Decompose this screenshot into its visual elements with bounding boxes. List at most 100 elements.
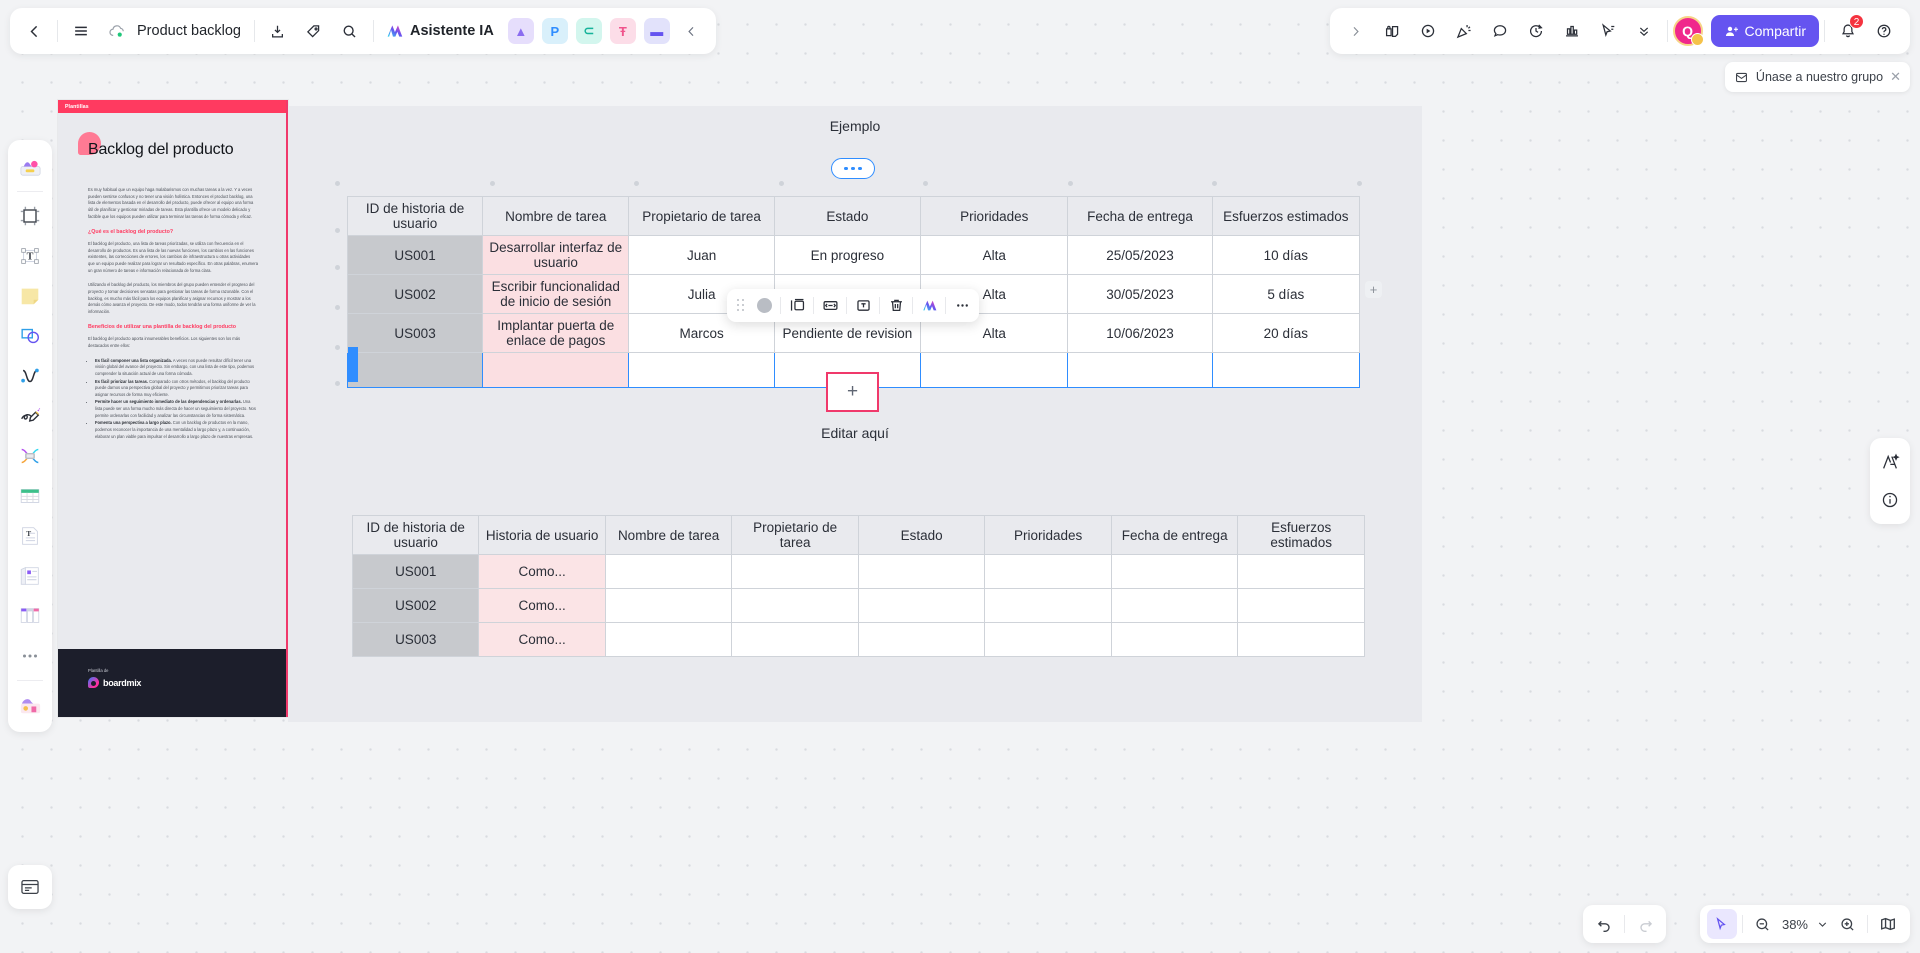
more-options-icon[interactable] xyxy=(949,293,975,319)
column-header[interactable]: Prioridades xyxy=(984,515,1112,555)
column-header[interactable]: Propietario de tarea xyxy=(628,196,775,236)
table-cell[interactable] xyxy=(604,622,733,657)
image-app-icon[interactable]: ▲ xyxy=(507,18,534,44)
table-cell[interactable] xyxy=(1237,554,1365,589)
table-cell[interactable]: Implantar puerta de enlace de pagos xyxy=(482,313,630,353)
table-cell[interactable]: US003 xyxy=(351,622,480,657)
rail-kanban-icon[interactable] xyxy=(13,599,47,633)
table-cell[interactable] xyxy=(984,588,1112,623)
column-header[interactable]: Esfuerzos estimados xyxy=(1211,196,1361,236)
rail-pen-icon[interactable] xyxy=(13,399,47,433)
zoom-out-icon[interactable] xyxy=(1748,909,1778,939)
selection-handle[interactable] xyxy=(335,228,340,233)
table-cell[interactable] xyxy=(1110,588,1239,623)
table-cell[interactable]: Como... xyxy=(478,588,606,623)
table-cell[interactable]: Como... xyxy=(478,554,606,589)
table-cell[interactable] xyxy=(731,554,859,589)
column-header[interactable]: Nombre de tarea xyxy=(604,515,733,555)
resize-columns-icon[interactable] xyxy=(817,293,843,319)
table-cell[interactable]: 20 días xyxy=(1211,313,1361,353)
minimap-icon[interactable] xyxy=(1873,909,1903,939)
rail-connector-icon[interactable] xyxy=(13,359,47,393)
table-cell[interactable] xyxy=(1211,352,1361,388)
table-cell[interactable] xyxy=(1237,588,1365,623)
hamburger-menu-icon[interactable] xyxy=(63,13,99,49)
text-format-icon[interactable] xyxy=(850,293,876,319)
table-cell[interactable] xyxy=(984,622,1112,657)
table-cell[interactable] xyxy=(604,554,733,589)
selection-handle[interactable] xyxy=(1068,181,1073,186)
selected-row-handle[interactable] xyxy=(348,347,358,382)
table-cell[interactable] xyxy=(1067,352,1213,388)
share-button[interactable]: Compartir xyxy=(1710,15,1819,47)
comment-bubble-icon[interactable] xyxy=(1482,13,1518,49)
ai-assistant-icon[interactable] xyxy=(916,293,942,319)
rail-mindmap-icon[interactable] xyxy=(13,439,47,473)
selection-handle[interactable] xyxy=(335,181,340,186)
selection-handle[interactable] xyxy=(335,381,340,386)
chart-bar-icon[interactable] xyxy=(1554,13,1590,49)
table-cell[interactable]: 5 días xyxy=(1211,274,1361,314)
cursor-pointer-icon[interactable] xyxy=(1590,13,1626,49)
avatar[interactable]: Q xyxy=(1672,16,1704,46)
selection-handle[interactable] xyxy=(779,181,784,186)
drag-handle-icon[interactable] xyxy=(734,296,748,316)
table-cell[interactable] xyxy=(482,352,630,388)
rail-more-icon[interactable] xyxy=(13,639,47,673)
table-cell[interactable]: 10 días xyxy=(1211,235,1361,275)
table-options-pill[interactable] xyxy=(831,158,875,179)
notification-bell-icon[interactable]: 2 xyxy=(1830,13,1866,49)
selection-handle[interactable] xyxy=(1357,181,1362,186)
table-cell[interactable] xyxy=(628,352,775,388)
table-cell[interactable]: Escribir funcionalidad de inicio de sesi… xyxy=(482,274,630,314)
info-circle-icon[interactable] xyxy=(1874,484,1906,516)
table-cell[interactable] xyxy=(857,622,986,657)
selection-handle[interactable] xyxy=(634,181,639,186)
table-cell[interactable]: US002 xyxy=(351,588,480,623)
table-cell[interactable]: US003 xyxy=(346,313,484,353)
rail-shapes-icon[interactable] xyxy=(13,319,47,353)
table-cell[interactable] xyxy=(857,588,986,623)
mindmap-app-icon[interactable]: ⊂ xyxy=(575,18,602,44)
timer-icon[interactable] xyxy=(1518,13,1554,49)
selection-handle[interactable] xyxy=(490,181,495,186)
export-download-icon[interactable] xyxy=(260,13,296,49)
table-cell[interactable] xyxy=(731,622,859,657)
selection-handle[interactable] xyxy=(335,305,340,310)
zoom-level-value[interactable]: 38% xyxy=(1778,917,1812,932)
column-header[interactable]: Historia de usuario xyxy=(478,515,606,555)
ai-magic-icon[interactable] xyxy=(1874,446,1906,478)
zoom-in-icon[interactable] xyxy=(1832,909,1862,939)
table-cell[interactable]: Como... xyxy=(478,622,606,657)
table-cell[interactable] xyxy=(1237,622,1365,657)
table-cell[interactable] xyxy=(920,352,1069,388)
back-button[interactable] xyxy=(16,13,52,49)
add-column-button[interactable]: + xyxy=(1365,281,1382,298)
celebrate-icon[interactable] xyxy=(1446,13,1482,49)
selection-handle[interactable] xyxy=(335,345,340,350)
table-cell[interactable] xyxy=(1110,554,1239,589)
table-row[interactable]: US001 Desarrollar interfaz de usuario Juan… xyxy=(346,235,1361,275)
template-card[interactable]: Plantillas Backlog del producto Es muy h… xyxy=(58,100,288,717)
selection-handle[interactable] xyxy=(1212,181,1217,186)
table-cell[interactable] xyxy=(604,588,733,623)
layout-icon[interactable] xyxy=(784,293,810,319)
column-header[interactable]: Estado xyxy=(773,196,922,236)
collapse-toolbar-button[interactable] xyxy=(674,13,710,49)
join-group-toast[interactable]: Únase a nuestro grupo ✕ xyxy=(1724,62,1910,92)
column-header[interactable]: ID de historia de usuario xyxy=(351,515,480,555)
close-icon[interactable]: ✕ xyxy=(1890,69,1901,85)
table-cell[interactable]: Juan xyxy=(628,235,775,275)
rail-sticky-note-icon[interactable] xyxy=(13,279,47,313)
column-header[interactable]: Fecha de entrega xyxy=(1067,196,1213,236)
rail-bottom-button[interactable] xyxy=(8,865,52,909)
column-header[interactable]: Nombre de tarea xyxy=(482,196,630,236)
table-cell[interactable] xyxy=(857,554,986,589)
rail-media-icon[interactable] xyxy=(13,559,47,593)
chevron-double-down-icon[interactable] xyxy=(1626,13,1662,49)
rail-table-icon[interactable] xyxy=(13,479,47,513)
column-header[interactable]: ID de historia de usuario xyxy=(346,196,484,236)
table-cell[interactable] xyxy=(1110,622,1239,657)
ai-assistant-button[interactable]: Asistente IA xyxy=(379,14,504,48)
redo-icon[interactable] xyxy=(1630,909,1660,939)
